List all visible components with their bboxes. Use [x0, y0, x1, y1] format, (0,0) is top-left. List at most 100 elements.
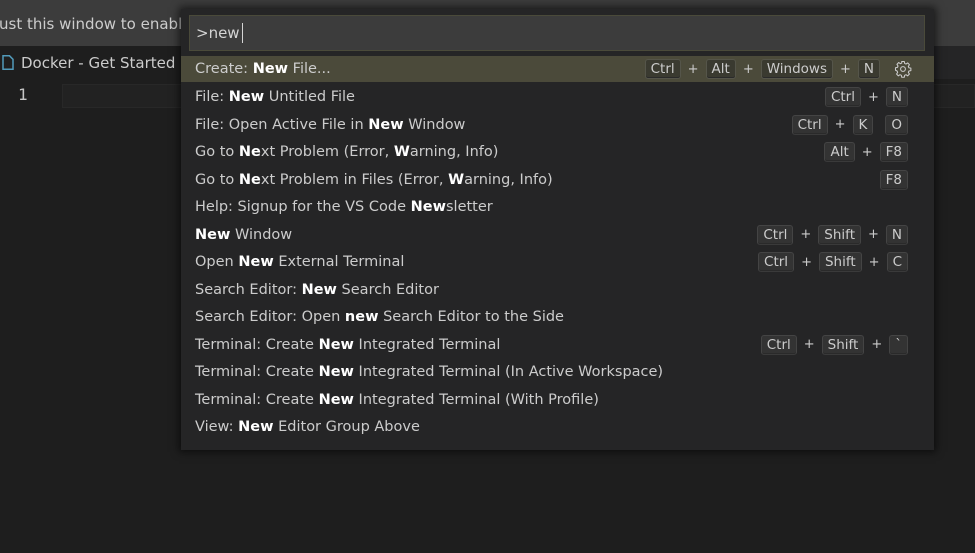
command-item[interactable]: Terminal: Create New Integrated Terminal…: [181, 331, 934, 359]
label-text: Search Editor: [336, 281, 439, 298]
command-item[interactable]: Search Editor: New Search Editor: [181, 276, 934, 304]
trust-banner-text: ust this window to enable al: [0, 15, 210, 33]
key-cap: F8: [879, 169, 908, 190]
match-highlight: W: [393, 144, 410, 161]
label-text: Window: [403, 116, 466, 133]
command-item[interactable]: Go to Next Problem in Files (Error, Warn…: [181, 166, 934, 194]
match-highlight: Ne: [238, 171, 261, 188]
key-plus: +: [861, 144, 873, 160]
command-palette: >new Create: New File... Ctrl + Alt + Windows…: [181, 9, 934, 450]
command-item[interactable]: New Window Ctrl + Shift + N: [181, 221, 934, 249]
label-text: Search Editor:: [195, 281, 302, 298]
key-plus: +: [867, 89, 879, 105]
command-label: View: New Editor Group Above: [195, 419, 420, 435]
match-highlight: New: [252, 61, 289, 77]
command-label: File: New Untitled File: [195, 89, 355, 105]
label-text: sletter: [445, 199, 493, 216]
match-highlight: new: [344, 309, 379, 326]
label-text: Integrated Terminal (In Active Workspace…: [353, 364, 664, 381]
command-item[interactable]: Search Editor: Open new Search Editor to…: [181, 304, 934, 332]
match-highlight: New: [410, 199, 446, 216]
label-text: Terminal: Create: [195, 336, 319, 353]
command-label: Search Editor: New Search Editor: [195, 282, 439, 298]
key-plus: +: [687, 61, 699, 77]
key-cap: F8: [879, 142, 908, 163]
match-highlight: New: [195, 226, 231, 243]
gear-icon[interactable]: [894, 60, 912, 78]
file-icon: [2, 55, 14, 70]
key-cap: O: [885, 114, 908, 135]
match-highlight: New: [228, 89, 265, 106]
key-plus: +: [839, 61, 851, 77]
keybinding: Ctrl + Alt + Windows + N: [644, 56, 880, 82]
keybinding: Ctrl + N: [824, 84, 908, 112]
label-text: Integrated Terminal (With Profile): [353, 391, 599, 408]
text-caret: [241, 23, 243, 43]
key-cap: N: [885, 87, 908, 108]
label-text: File:: [195, 89, 229, 106]
key-cap: K: [852, 114, 874, 135]
match-highlight: New: [238, 254, 274, 271]
key-cap: N: [857, 59, 880, 79]
command-label: Terminal: Create New Integrated Terminal…: [195, 364, 663, 380]
command-palette-input[interactable]: >new: [189, 15, 925, 51]
label-text: Search Editor to the Side: [378, 309, 564, 326]
match-highlight: New: [318, 364, 354, 381]
tab-label: Docker - Get Started: [21, 53, 176, 72]
match-highlight: Ne: [238, 144, 261, 161]
label-text: xt Problem (Error,: [260, 144, 394, 161]
key-cap: Ctrl: [644, 59, 681, 79]
command-label: Open New External Terminal: [195, 254, 404, 270]
key-cap: Shift: [818, 224, 861, 245]
tab-docker-get-started[interactable]: Docker - Get Started: [0, 46, 182, 79]
command-label: Terminal: Create New Integrated Terminal…: [195, 392, 599, 408]
key-plus: +: [871, 337, 883, 353]
key-cap: Ctrl: [824, 87, 861, 108]
key-plus: +: [800, 227, 812, 243]
command-palette-input-value: >new: [196, 24, 240, 42]
command-item[interactable]: File: Open Active File in New Window Ctrl…: [181, 111, 934, 139]
label-text: Go to: [195, 144, 239, 161]
label-text: Search Editor: Open: [195, 309, 345, 326]
key-cap: C: [886, 252, 908, 273]
keybinding: Ctrl + Shift + C: [758, 249, 908, 277]
label-text: Help: Signup for the VS Code: [195, 199, 411, 216]
key-cap: Windows: [760, 59, 833, 79]
label-text: View:: [195, 419, 239, 436]
key-plus: +: [868, 254, 880, 270]
command-item[interactable]: Help: Signup for the VS Code Newsletter: [181, 194, 934, 222]
key-cap: N: [885, 224, 908, 245]
key-plus: +: [742, 61, 754, 77]
command-item[interactable]: File: New Untitled File Ctrl + N: [181, 84, 934, 112]
keybinding: Ctrl + K O: [791, 111, 908, 139]
keybinding: Alt + F8: [824, 139, 908, 167]
command-label: Go to Next Problem (Error, Warning, Info…: [195, 144, 498, 160]
command-item[interactable]: Terminal: Create New Integrated Terminal…: [181, 359, 934, 387]
label-text: Create:: [195, 61, 253, 77]
command-item[interactable]: Go to Next Problem (Error, Warning, Info…: [181, 139, 934, 167]
command-item[interactable]: Terminal: Create New Integrated Terminal…: [181, 386, 934, 414]
label-text: Terminal: Create: [195, 391, 319, 408]
command-item[interactable]: Open New External Terminal Ctrl + Shift + C: [181, 249, 934, 277]
key-cap: Ctrl: [760, 334, 797, 355]
command-label: Terminal: Create New Integrated Terminal: [195, 337, 500, 353]
line-number: 1: [18, 85, 28, 104]
keybinding: Ctrl + Shift + `: [760, 331, 908, 359]
key-plus: +: [867, 227, 879, 243]
command-label: Help: Signup for the VS Code Newsletter: [195, 199, 493, 215]
command-item[interactable]: Create: New File... Ctrl + Alt + Windows + N: [181, 56, 934, 82]
command-item[interactable]: View: New Editor Group Above: [181, 414, 934, 442]
key-plus: +: [801, 254, 812, 270]
key-cap: Shift: [818, 252, 862, 273]
key-cap: Shift: [821, 334, 865, 355]
match-highlight: New: [238, 419, 274, 436]
match-highlight: New: [318, 336, 354, 353]
command-label: New Window: [195, 227, 292, 243]
key-cap: Ctrl: [757, 224, 794, 245]
label-text: arning, Info): [464, 171, 553, 188]
match-highlight: New: [318, 391, 354, 408]
key-cap: Alt: [705, 59, 736, 79]
label-text: File: Open Active File in: [195, 116, 369, 133]
keybinding: Ctrl + Shift + N: [757, 221, 908, 249]
command-label: Go to Next Problem in Files (Error, Warn…: [195, 172, 553, 188]
